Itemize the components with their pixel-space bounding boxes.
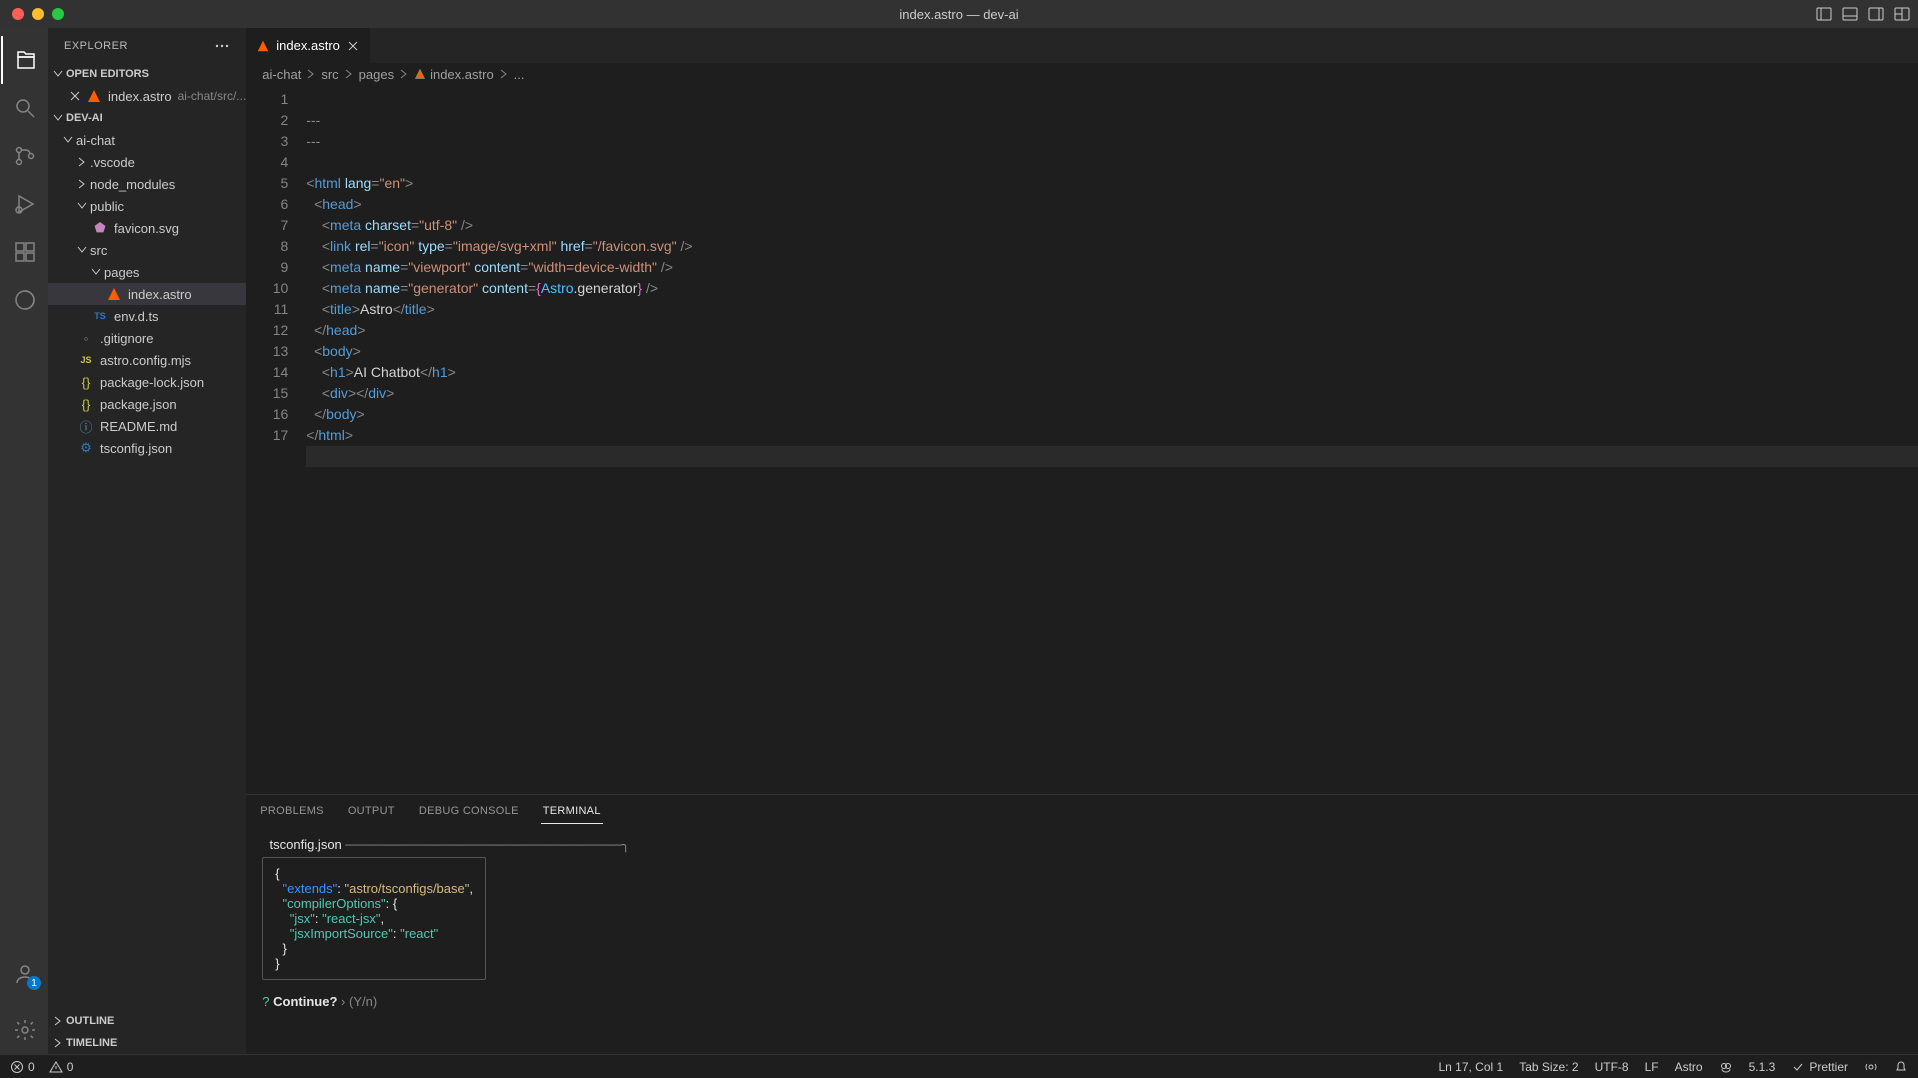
- editor-area: index.astro ai-chat src pages index.astr…: [246, 28, 1918, 1054]
- astro-file-icon: [106, 286, 122, 302]
- astro-file-icon: [414, 68, 426, 80]
- editor-tabs: index.astro: [246, 28, 1918, 63]
- tab-output[interactable]: OUTPUT: [346, 799, 397, 823]
- status-tabsize[interactable]: Tab Size: 2: [1519, 1060, 1578, 1074]
- open-editor-item[interactable]: index.astro ai-chat/src/...: [48, 85, 246, 107]
- info-file-icon: ⓘ: [78, 418, 94, 434]
- status-broadcast-icon[interactable]: [1864, 1060, 1878, 1074]
- activity-bar: 1: [0, 28, 48, 1054]
- layout-controls: [1816, 6, 1910, 22]
- tab-debug-console[interactable]: DEBUG CONSOLE: [417, 799, 521, 823]
- code-content: --- --- <html lang="en"> <head> <meta ch…: [306, 85, 1918, 794]
- extra-tab[interactable]: [1, 276, 49, 324]
- file-env-dts[interactable]: TSenv.d.ts: [48, 305, 246, 327]
- toggle-primary-sidebar-icon[interactable]: [1816, 6, 1832, 22]
- status-warnings[interactable]: 0: [49, 1060, 74, 1074]
- folder-public[interactable]: public: [48, 195, 246, 217]
- extensions-tab[interactable]: [1, 228, 49, 276]
- timeline-section[interactable]: TIMELINE: [48, 1032, 246, 1054]
- folder-pages[interactable]: pages: [48, 261, 246, 283]
- status-language[interactable]: Astro: [1675, 1060, 1703, 1074]
- run-debug-tab[interactable]: [1, 180, 49, 228]
- outline-section[interactable]: OUTLINE: [48, 1010, 246, 1032]
- titlebar: index.astro — dev-ai: [0, 0, 1918, 28]
- explorer-tab[interactable]: [1, 36, 49, 84]
- search-tab[interactable]: [1, 84, 49, 132]
- source-control-tab[interactable]: [1, 132, 49, 180]
- status-eol[interactable]: LF: [1645, 1060, 1659, 1074]
- status-version[interactable]: 5.1.3: [1749, 1060, 1776, 1074]
- file-index-astro[interactable]: index.astro: [48, 283, 246, 305]
- json-file-icon: {}: [78, 374, 94, 390]
- status-copilot[interactable]: [1719, 1060, 1733, 1074]
- file-favicon[interactable]: ⬟favicon.svg: [48, 217, 246, 239]
- git-file-icon: ◦: [78, 330, 94, 346]
- folder-src[interactable]: src: [48, 239, 246, 261]
- js-file-icon: JS: [78, 352, 94, 368]
- tab-index-astro[interactable]: index.astro: [246, 28, 371, 63]
- folder-vscode[interactable]: .vscode: [48, 151, 246, 173]
- close-window-icon[interactable]: [12, 8, 24, 20]
- astro-file-icon: [86, 88, 102, 104]
- open-editors-section[interactable]: OPEN EDITORS: [48, 63, 246, 85]
- explorer-sidebar: EXPLORER OPEN EDITORS index.astro ai-cha…: [48, 28, 246, 1054]
- close-tab-icon[interactable]: [346, 39, 360, 53]
- status-encoding[interactable]: UTF-8: [1595, 1060, 1629, 1074]
- tsconfig-file-icon: ⚙: [78, 440, 94, 456]
- toggle-panel-icon[interactable]: [1842, 6, 1858, 22]
- file-readme[interactable]: ⓘREADME.md: [48, 415, 246, 437]
- astro-file-icon: [256, 39, 270, 53]
- file-astro-config[interactable]: JSastro.config.mjs: [48, 349, 246, 371]
- folder-ai-chat[interactable]: ai-chat: [48, 129, 246, 151]
- settings-tab[interactable]: [1, 1006, 49, 1054]
- customize-layout-icon[interactable]: [1894, 6, 1910, 22]
- accounts-tab[interactable]: 1: [1, 950, 49, 998]
- tab-problems[interactable]: PROBLEMS: [258, 799, 326, 823]
- breadcrumbs[interactable]: ai-chat src pages index.astro ...: [246, 63, 1918, 85]
- maximize-window-icon[interactable]: [52, 8, 64, 20]
- file-gitignore[interactable]: ◦.gitignore: [48, 327, 246, 349]
- file-tsconfig[interactable]: ⚙tsconfig.json: [48, 437, 246, 459]
- bottom-panel: PROBLEMS OUTPUT DEBUG CONSOLE TERMINAL z…: [246, 794, 1918, 1054]
- file-pkg[interactable]: {}package.json: [48, 393, 246, 415]
- toggle-secondary-sidebar-icon[interactable]: [1868, 6, 1884, 22]
- ts-file-icon: TS: [92, 308, 108, 324]
- svg-file-icon: ⬟: [92, 220, 108, 236]
- explorer-title: EXPLORER: [64, 40, 128, 52]
- workspace-section[interactable]: DEV-AI: [48, 107, 246, 129]
- file-pkg-lock[interactable]: {}package-lock.json: [48, 371, 246, 393]
- minimize-window-icon[interactable]: [32, 8, 44, 20]
- status-errors[interactable]: 0: [10, 1060, 35, 1074]
- status-prettier[interactable]: Prettier: [1791, 1060, 1848, 1074]
- terminal-body[interactable]: tsconfig.json ──────────────────────────…: [246, 827, 1918, 1054]
- status-bell-icon[interactable]: [1894, 1060, 1908, 1074]
- folder-node-modules[interactable]: node_modules: [48, 173, 246, 195]
- window-title: index.astro — dev-ai: [899, 7, 1018, 22]
- accounts-badge: 1: [27, 976, 41, 990]
- explorer-more-icon[interactable]: [214, 38, 230, 54]
- close-editor-icon[interactable]: [68, 89, 82, 103]
- json-file-icon: {}: [78, 396, 94, 412]
- line-gutter: 1234567891011121314151617: [246, 85, 306, 794]
- traffic-lights: [12, 8, 64, 20]
- status-cursor[interactable]: Ln 17, Col 1: [1438, 1060, 1503, 1074]
- statusbar: 0 0 Ln 17, Col 1 Tab Size: 2 UTF-8 LF As…: [0, 1054, 1918, 1078]
- tab-terminal[interactable]: TERMINAL: [541, 799, 603, 824]
- code-editor[interactable]: 1234567891011121314151617 --- --- <html …: [246, 85, 1918, 794]
